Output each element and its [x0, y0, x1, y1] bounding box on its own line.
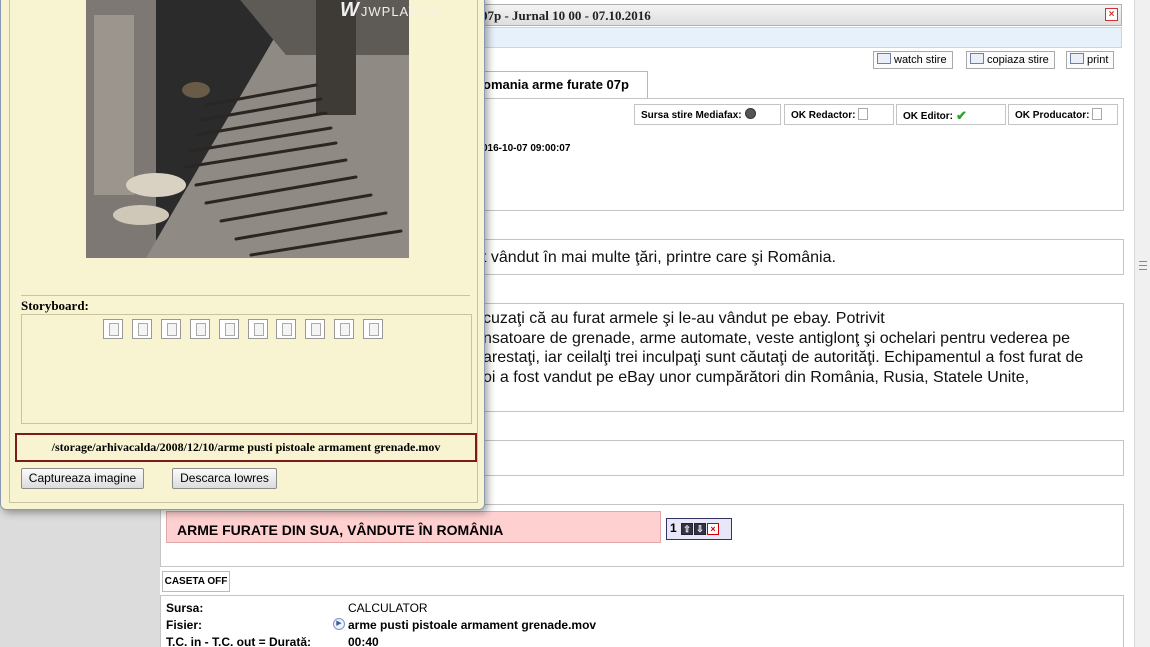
status-redactor-label: OK Redactor: — [791, 110, 856, 121]
status-redactor[interactable]: OK Redactor: — [784, 104, 894, 125]
watch-stire-label: watch stire — [894, 54, 947, 66]
tc-label: T.C. in - T.C. out = Durată: — [166, 635, 312, 647]
copiaza-stire-label: copiaza stire — [987, 54, 1049, 66]
video-still — [86, 0, 409, 258]
source-label: Sursa: — [166, 601, 204, 615]
status-editor[interactable]: OK Editor: ✔ — [896, 104, 1006, 125]
body-line: nsatoare de grenade, arme automate, vest… — [483, 330, 1071, 347]
news-datetime: 016-10-07 09:00:07 — [482, 143, 571, 154]
body-line: cuzaţi că au furat armele şi le-au vându… — [483, 310, 885, 327]
video-frame[interactable] — [86, 0, 409, 258]
file-label: Fisier: — [166, 618, 203, 632]
status-source: Sursa stire Mediafax: — [634, 104, 781, 125]
watch-stire-button[interactable]: watch stire — [873, 51, 953, 69]
body-line: oi a fost vandut pe eBay unor cumpărător… — [483, 369, 1030, 386]
storyboard-thumbnail[interactable] — [334, 319, 354, 339]
source-value: CALCULATOR — [348, 601, 428, 615]
remove-icon[interactable]: × — [707, 523, 720, 535]
storyboard-thumbnail[interactable] — [103, 319, 123, 339]
storyboard-thumbnail[interactable] — [276, 319, 296, 339]
check-icon: ✔ — [956, 108, 967, 123]
printer-icon — [1070, 53, 1084, 64]
storyboard-thumbnail[interactable] — [132, 319, 152, 339]
storyboard-thumbnail[interactable] — [190, 319, 210, 339]
headline-text[interactable]: ARME FURATE DIN SUA, VÂNDUTE ÎN ROMÂNIA — [166, 511, 661, 543]
lead-text: t vândut în mai multe ţări, printre care… — [482, 249, 836, 266]
close-window-icon[interactable]: × — [1105, 8, 1118, 21]
tc-value: 00:40 — [348, 635, 379, 647]
download-lowres-button[interactable]: Descarca lowres — [172, 468, 277, 489]
document-icon — [858, 108, 869, 120]
tab-news-title[interactable]: omania arme furate 07p — [478, 71, 648, 98]
storyboard-thumbnail[interactable] — [305, 319, 325, 339]
jwplayer-text: JWPLAYER — [360, 4, 438, 19]
scroll-grip-icon[interactable] — [1139, 261, 1147, 270]
status-dot-icon — [744, 108, 756, 119]
print-button[interactable]: print — [1066, 51, 1115, 69]
player-panel: W JWPLAYER Storyboard: /storage/arhivacal… — [9, 0, 478, 503]
status-source-label: Sursa stire Mediafax: — [641, 110, 742, 121]
storyboard-thumbnail[interactable] — [248, 319, 268, 339]
divider — [21, 295, 470, 296]
move-down-icon[interactable]: ⇩ — [694, 523, 707, 535]
storyboard-thumbnail[interactable] — [363, 319, 383, 339]
print-label: print — [1087, 54, 1109, 66]
play-icon[interactable]: ▶ — [333, 618, 345, 630]
status-editor-label: OK Editor: — [903, 111, 953, 122]
document-icon — [1092, 108, 1103, 120]
status-producer-label: OK Producator: — [1015, 110, 1090, 121]
status-producer[interactable]: OK Producator: — [1008, 104, 1118, 125]
window-title: 07p - Jurnal 10 00 - 07.10.2016 — [481, 8, 651, 23]
copy-icon — [970, 53, 984, 64]
jwplayer-logo: W JWPLAYER — [340, 0, 438, 22]
file-path: /storage/arhivacalda/2008/12/10/arme pus… — [15, 433, 477, 462]
jwplayer-mark: W — [340, 0, 359, 21]
headline-controls: 1 ⇧ ⇩ × — [666, 518, 732, 540]
move-up-icon[interactable]: ⇧ — [681, 523, 694, 535]
headline-order: 1 — [670, 521, 677, 535]
caseta-off-button[interactable]: CASETA OFF — [162, 571, 230, 592]
vertical-scrollbar[interactable] — [1134, 0, 1150, 647]
monitor-icon — [877, 53, 891, 64]
capture-image-button[interactable]: Captureaza imagine — [21, 468, 144, 489]
video-player-window: W JWPLAYER Storyboard: /storage/arhivacal… — [0, 0, 485, 510]
body-line: arestaţi, iar ceilalţi trei inculpaţi su… — [483, 349, 1084, 366]
file-value[interactable]: arme pusti pistoale armament grenade.mov — [348, 618, 596, 632]
copiaza-stire-button[interactable]: copiaza stire — [966, 51, 1055, 69]
storyboard-thumbnail[interactable] — [161, 319, 181, 339]
storyboard-thumbnail[interactable] — [219, 319, 239, 339]
storyboard-area — [21, 314, 472, 424]
storyboard-label: Storyboard: — [21, 298, 89, 313]
